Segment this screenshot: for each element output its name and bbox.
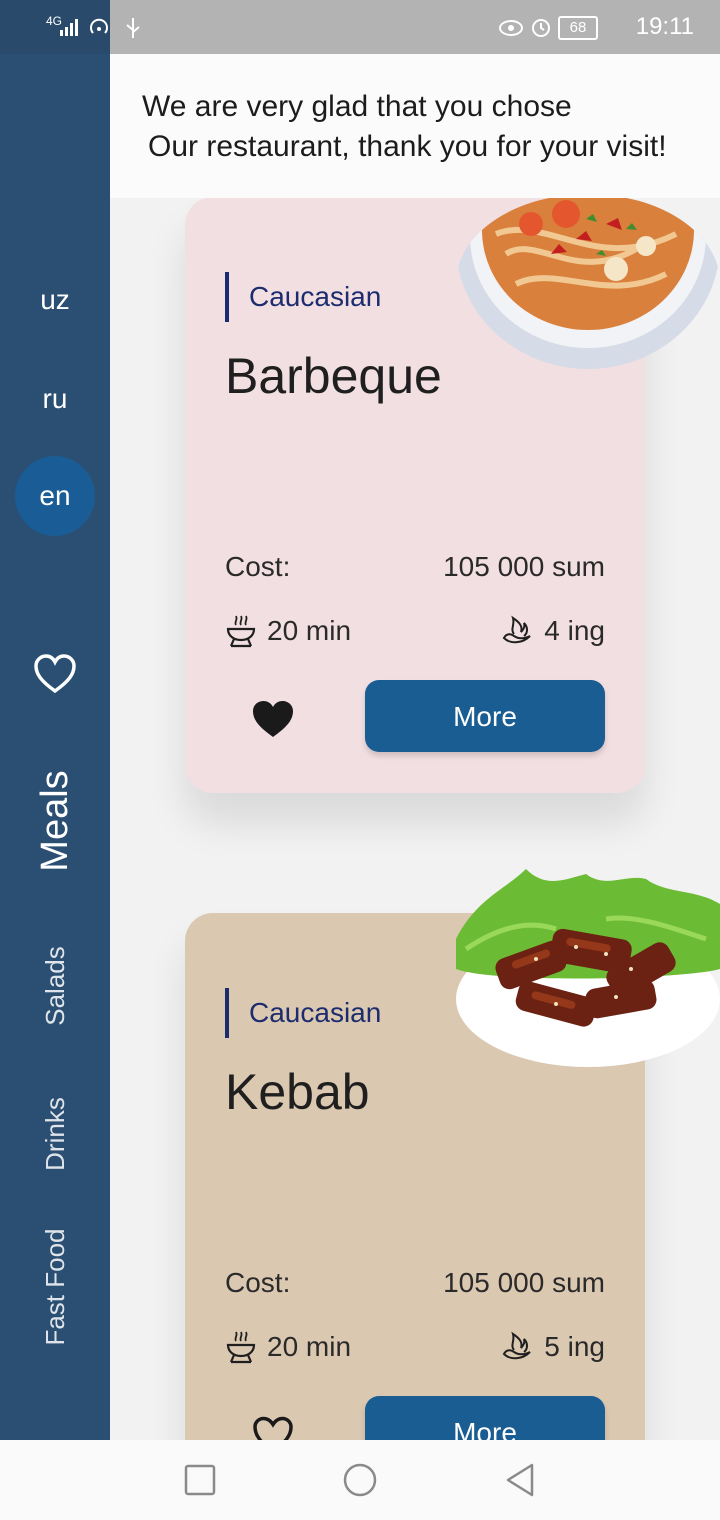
grill-icon — [226, 1331, 256, 1364]
ingredients-value: 5 ing — [544, 1331, 605, 1362]
usb-icon — [126, 18, 140, 38]
cook-time-value: 20 min — [267, 1331, 352, 1362]
welcome-header: We are very glad that you chose Our rest… — [110, 54, 720, 198]
cook-time: 20 min — [225, 613, 351, 649]
welcome-line-2: Our restaurant, thank you for your visit… — [148, 130, 667, 163]
cook-time: 20 min — [225, 1329, 351, 1365]
favorite-heart-filled-icon[interactable] — [251, 699, 295, 739]
ingredients-value: 4 ing — [544, 615, 605, 646]
category-fast-food[interactable]: Fast Food — [40, 1207, 70, 1367]
meal-category: Caucasian — [249, 281, 382, 312]
favorite-heart-outline-icon[interactable] — [251, 1415, 295, 1440]
system-nav-bar — [0, 1440, 720, 1520]
alarm-icon — [532, 19, 550, 37]
main-content: Caucasian Barbeque Cost: 105 000 sum 20 … — [110, 54, 720, 1440]
category-drinks[interactable]: Drinks — [40, 1074, 70, 1194]
welcome-line-1: We are very glad that you chose — [142, 90, 572, 123]
back-icon[interactable] — [504, 1462, 536, 1498]
ingredients-count: 4 ing — [500, 613, 605, 649]
home-icon[interactable] — [342, 1462, 378, 1498]
cost-value: 105 000 sum — [443, 551, 605, 582]
barbeque-dish-image — [456, 194, 720, 369]
lang-uz[interactable]: uz — [15, 260, 95, 340]
status-bar: 4G 68 19:11 — [0, 0, 720, 54]
kebab-dish-image — [456, 869, 720, 1067]
recent-apps-icon[interactable] — [184, 1464, 216, 1496]
sidebar: uz ru en Meals Salads Drinks Fast Food — [0, 54, 110, 1440]
cook-time-value: 20 min — [267, 615, 352, 646]
favorites-heart-icon[interactable] — [33, 654, 77, 694]
category-accent-bar — [225, 272, 229, 322]
meal-name: Barbeque — [225, 348, 442, 404]
cost-value: 105 000 sum — [443, 1267, 605, 1298]
category-salads[interactable]: Salads — [40, 926, 70, 1046]
cost-label: Cost: — [225, 1267, 291, 1298]
hotspot-icon — [90, 18, 108, 34]
eye-comfort-icon — [499, 20, 523, 36]
signal-icon — [60, 19, 78, 36]
category-meals[interactable]: Meals — [33, 741, 77, 901]
lang-ru[interactable]: ru — [15, 359, 95, 439]
ingredients-count: 5 ing — [500, 1329, 605, 1365]
spice-flame-icon — [503, 615, 531, 644]
clock: 19:11 — [635, 13, 694, 40]
more-button[interactable]: More — [365, 1396, 605, 1440]
meal-category: Caucasian — [249, 997, 382, 1028]
battery-icon: 68 — [558, 16, 598, 40]
meal-name: Kebab — [225, 1064, 370, 1120]
lang-en[interactable]: en — [15, 456, 95, 536]
grill-icon — [226, 615, 256, 648]
spice-flame-icon — [503, 1331, 531, 1360]
category-accent-bar — [225, 988, 229, 1038]
cost-label: Cost: — [225, 551, 291, 582]
more-button[interactable]: More — [365, 680, 605, 752]
